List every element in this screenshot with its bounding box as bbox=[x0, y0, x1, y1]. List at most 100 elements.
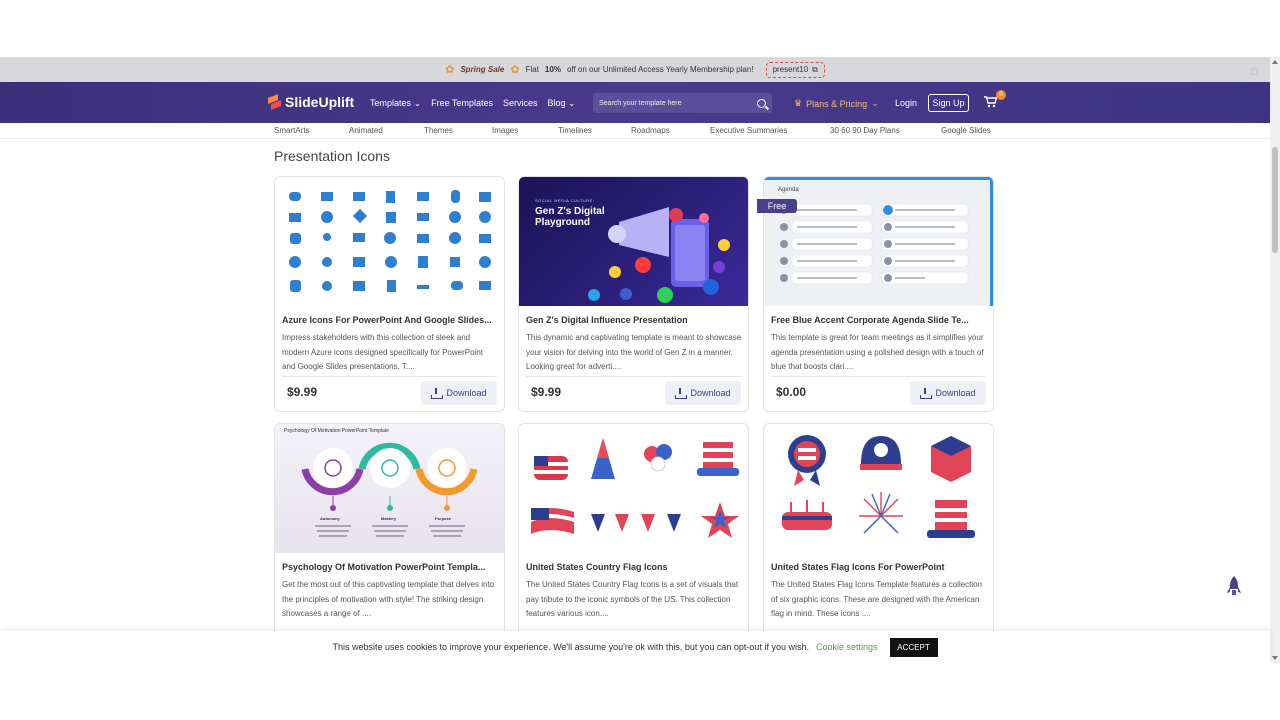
subnav-item[interactable]: Roadmaps bbox=[631, 126, 670, 135]
product-card[interactable]: Psychology Of Motivation PowerPoint Temp… bbox=[274, 423, 505, 659]
nav-templates-label: Templates bbox=[370, 98, 412, 108]
card-divider bbox=[771, 376, 986, 377]
card-title[interactable]: United States Country Flag Icons bbox=[526, 562, 741, 572]
card-thumbnail[interactable]: Psychology Of Motivation PowerPoint Temp… bbox=[275, 424, 504, 553]
card-price: $9.99 bbox=[287, 385, 318, 399]
download-button[interactable]: Download bbox=[910, 381, 986, 405]
card-price: $9.99 bbox=[531, 385, 562, 399]
rocket-icon[interactable] bbox=[1227, 576, 1241, 598]
download-button[interactable]: Download bbox=[421, 381, 497, 405]
bottom-blank-area bbox=[0, 663, 1280, 720]
thumb-label: Autonomy bbox=[320, 516, 340, 521]
chevron-down-icon: ⌄ bbox=[568, 98, 576, 108]
cookie-settings-link[interactable]: Cookie settings bbox=[816, 642, 878, 652]
promo-bar: ✿ Spring Sale ✿ Flat 10% off on our Unli… bbox=[0, 57, 1270, 82]
download-label: Download bbox=[690, 388, 731, 398]
thumb-label: Mastery bbox=[381, 516, 397, 521]
crown-icon: ♛ bbox=[794, 98, 803, 108]
plans-pricing[interactable]: ♛ Plans & Pricing ⌄ bbox=[794, 98, 879, 109]
chevron-down-icon: ⌄ bbox=[871, 98, 879, 108]
social-media-illustration bbox=[588, 207, 730, 303]
flag-icons-illustration bbox=[531, 438, 739, 538]
download-button[interactable]: Download bbox=[665, 381, 741, 405]
nav-links: Templates ⌄ Free Templates Services Blog… bbox=[370, 98, 576, 109]
card-description: Impress stakeholders with this collectio… bbox=[282, 333, 483, 371]
search-icon[interactable] bbox=[757, 98, 766, 108]
plans-label: Plans & Pricing bbox=[806, 98, 868, 109]
cookie-banner: This website uses cookies to improve you… bbox=[0, 631, 1270, 663]
card-thumbnail[interactable]: SOCIAL MEDIA CULTURE: Gen Z's Digital Pl… bbox=[519, 177, 748, 306]
motivation-diagram bbox=[301, 442, 478, 537]
home-icon[interactable]: ⌂ bbox=[1250, 62, 1266, 78]
copy-icon[interactable]: ⧉ bbox=[812, 65, 818, 75]
coupon-label: present10 bbox=[772, 65, 809, 74]
login-link[interactable]: Login bbox=[895, 98, 917, 108]
subnav-item[interactable]: Executive Summaries bbox=[710, 126, 787, 135]
card-description: This template is great for team meetings… bbox=[771, 333, 984, 371]
card-thumbnail[interactable] bbox=[764, 424, 993, 553]
cart-count-badge: 0 bbox=[996, 90, 1006, 100]
nav-blog[interactable]: Blog ⌄ bbox=[547, 98, 575, 109]
site-logo[interactable]: SlideUplift bbox=[268, 94, 354, 110]
card-description: The United States Country Flag Icons is … bbox=[526, 580, 739, 618]
promo-text-prefix: Flat bbox=[525, 65, 539, 74]
card-description: The United States Flag Icons Template fe… bbox=[771, 580, 983, 618]
coupon-code[interactable]: present10 ⧉ bbox=[765, 61, 825, 78]
promo-sale: Spring Sale bbox=[460, 65, 505, 74]
card-title[interactable]: Free Blue Accent Corporate Agenda Slide … bbox=[771, 315, 986, 325]
scroll-thumb[interactable] bbox=[1272, 147, 1278, 253]
promo-text: off on our Unlimited Access Yearly Membe… bbox=[566, 65, 754, 74]
accept-button[interactable]: ACCEPT bbox=[889, 637, 938, 657]
card-title[interactable]: Azure Icons For PowerPoint And Google Sl… bbox=[282, 315, 497, 325]
search-input[interactable]: Search your template here bbox=[599, 100, 682, 107]
product-card[interactable]: SOCIAL MEDIA CULTURE: Gen Z's Digital Pl… bbox=[518, 176, 749, 412]
download-label: Download bbox=[935, 388, 976, 398]
promo-percent: 10% bbox=[544, 65, 561, 74]
cookie-text: This website uses cookies to improve you… bbox=[332, 642, 809, 652]
search-box[interactable]: Search your template here bbox=[593, 93, 772, 113]
card-title[interactable]: Psychology Of Motivation PowerPoint Temp… bbox=[282, 562, 497, 572]
product-card[interactable]: United States Country Flag Icons The Uni… bbox=[518, 423, 749, 659]
category-subnav: SmartArts Animated Themes Images Timelin… bbox=[0, 123, 1270, 139]
page-scrollbar[interactable] bbox=[1270, 57, 1280, 663]
logo-text: SlideUplift bbox=[285, 94, 355, 110]
card-divider bbox=[282, 376, 497, 377]
nav-free-templates[interactable]: Free Templates bbox=[431, 98, 493, 109]
download-label: Download bbox=[446, 388, 487, 398]
card-price: $0.00 bbox=[776, 385, 807, 399]
card-thumbnail[interactable] bbox=[275, 177, 504, 306]
card-thumbnail[interactable] bbox=[519, 424, 748, 553]
card-title[interactable]: United States Flag Icons For PowerPoint bbox=[771, 562, 986, 572]
signup-button[interactable]: Sign Up bbox=[928, 94, 969, 112]
cart-icon[interactable]: 0 bbox=[984, 90, 1006, 108]
subnav-item[interactable]: Google Slides bbox=[941, 126, 991, 135]
subnav-item[interactable]: Themes bbox=[424, 126, 453, 135]
nav-templates[interactable]: Templates ⌄ bbox=[370, 98, 421, 109]
download-icon bbox=[675, 388, 688, 399]
subnav-item[interactable]: Animated bbox=[349, 126, 383, 135]
nav-services[interactable]: Services bbox=[503, 98, 538, 109]
thumb-label: Purpose bbox=[435, 516, 452, 521]
product-card[interactable]: Azure Icons For PowerPoint And Google Sl… bbox=[274, 176, 505, 412]
card-divider bbox=[526, 376, 741, 377]
top-blank-area bbox=[0, 0, 1280, 57]
subnav-item[interactable]: Images bbox=[492, 126, 518, 135]
flower-icon: ✿ bbox=[510, 64, 520, 76]
subnav-item[interactable]: Timelines bbox=[558, 126, 592, 135]
card-description: This dynamic and captivating template is… bbox=[526, 333, 742, 371]
azure-icons-grid bbox=[289, 190, 491, 292]
nav-blog-label: Blog bbox=[547, 98, 566, 108]
card-thumbnail[interactable]: Agenda bbox=[764, 177, 993, 306]
flag-icons-illustration bbox=[782, 435, 975, 538]
scroll-up-icon[interactable] bbox=[1272, 60, 1278, 64]
product-card[interactable]: United States Flag Icons For PowerPoint … bbox=[763, 423, 994, 659]
subnav-item[interactable]: 30 60 90 Day Plans bbox=[830, 126, 900, 135]
product-card[interactable]: Agenda Free Blue Accent Corporate Agenda… bbox=[763, 176, 994, 412]
subnav-item[interactable]: SmartArts bbox=[274, 126, 310, 135]
card-description: Get the most out of this captivating tem… bbox=[282, 580, 495, 618]
download-icon bbox=[431, 388, 444, 399]
download-icon bbox=[920, 388, 933, 399]
card-title[interactable]: Gen Z's Digital Influence Presentation bbox=[526, 315, 741, 325]
scroll-down-icon[interactable] bbox=[1272, 656, 1278, 660]
section-title: Presentation Icons bbox=[274, 148, 390, 164]
